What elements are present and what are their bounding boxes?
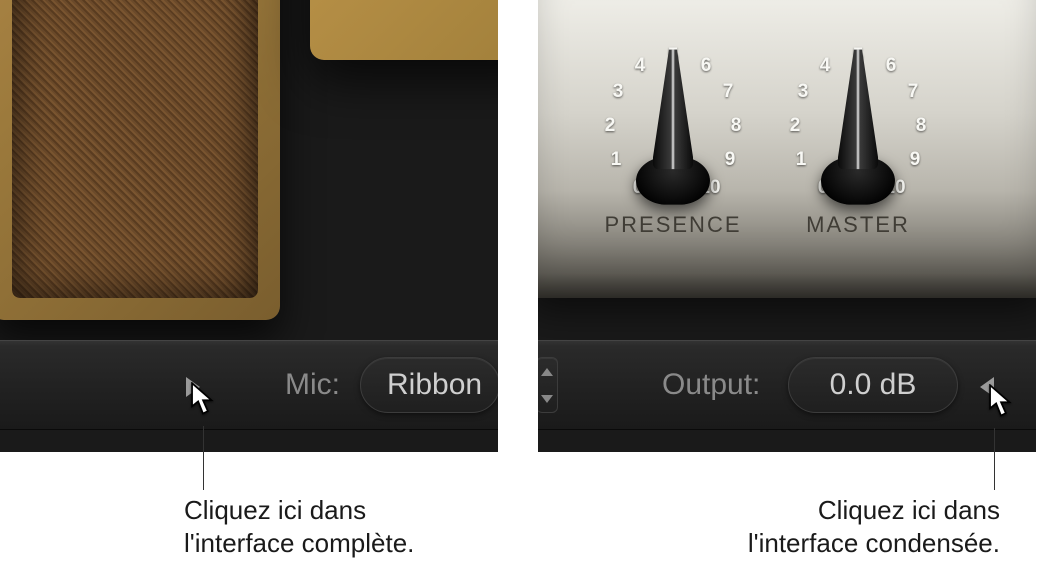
speaker-cabinet-b: [310, 0, 498, 60]
speaker-cabinet-a: [0, 0, 280, 320]
expand-triangle-icon[interactable]: [186, 377, 200, 397]
mic-label: Mic:: [285, 368, 340, 402]
presence-knob-pointer[interactable]: [653, 49, 693, 169]
output-label: Output:: [662, 368, 760, 402]
amp-condensed-interface-panel: 0 1 2 3 4 5 6 7 8 9 10 PRESENCE 0 1 2 3: [538, 0, 1036, 452]
master-knob-pointer[interactable]: [838, 49, 878, 169]
callout-condensed-interface: Cliquez ici dans l'interface condensée.: [690, 494, 1000, 559]
callout-full-interface: Cliquez ici dans l'interface complète.: [184, 494, 414, 559]
output-value-text: 0.0 dB: [830, 368, 917, 402]
value-stepper[interactable]: [538, 357, 558, 413]
presence-knob-label: PRESENCE: [604, 212, 741, 238]
master-dial[interactable]: 0 1 2 3 4 5 6 7 8 9 10: [773, 30, 943, 200]
callout-leader-right: [994, 428, 995, 490]
presence-dial[interactable]: 0 1 2 3 4 5 6 7 8 9 10: [588, 30, 758, 200]
master-knob-group: 0 1 2 3 4 5 6 7 8 9 10 MASTER: [773, 30, 943, 238]
stepper-up-icon[interactable]: [541, 368, 553, 376]
mic-select[interactable]: Ribbon: [360, 357, 498, 413]
callout-leader-left: [203, 426, 204, 490]
stepper-down-icon[interactable]: [541, 395, 553, 403]
bottom-bar-right: Output: 0.0 dB: [538, 340, 1036, 430]
mic-select-value: Ribbon: [387, 368, 482, 402]
amp-full-interface-panel: Mic: Ribbon: [0, 0, 498, 452]
amp-head-faceplate: 0 1 2 3 4 5 6 7 8 9 10 PRESENCE 0 1 2 3: [538, 0, 1036, 298]
output-value-field[interactable]: 0.0 dB: [788, 357, 958, 413]
presence-knob-group: 0 1 2 3 4 5 6 7 8 9 10 PRESENCE: [588, 30, 758, 238]
collapse-triangle-icon[interactable]: [980, 377, 994, 397]
bottom-bar-left: Mic: Ribbon: [0, 340, 498, 430]
master-knob-label: MASTER: [806, 212, 910, 238]
